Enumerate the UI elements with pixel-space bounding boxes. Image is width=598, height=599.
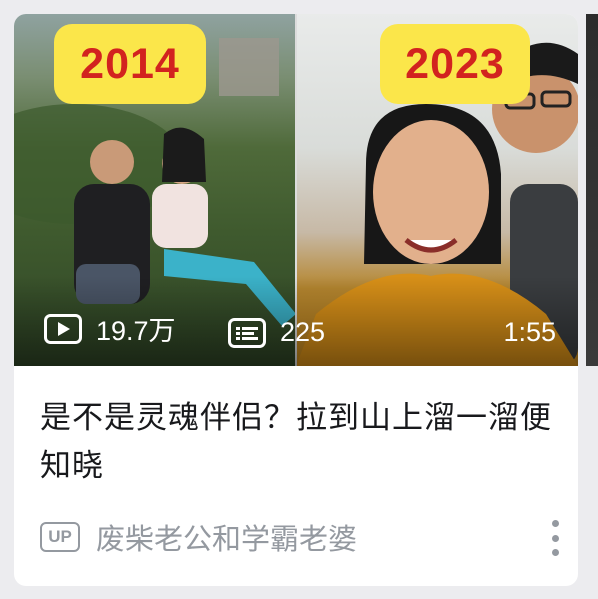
video-title[interactable]: 是不是灵魂伴侣？拉到山上溜一溜便知晓 — [40, 394, 560, 490]
danmaku-count-text: 225 — [280, 317, 326, 347]
next-card-edge[interactable] — [586, 14, 598, 366]
video-card[interactable]: 2014 2023 19.7万 225 1:55 是不是灵魂伴侣？拉到山上溜一溜… — [14, 14, 578, 586]
year-badge-right: 2023 — [380, 24, 530, 104]
uploader-name[interactable]: 废柴老公和学霸老婆 — [96, 516, 357, 558]
view-count: 19.7万 — [44, 309, 176, 348]
danmaku-icon — [228, 317, 266, 348]
danmaku-count: 225 — [228, 317, 325, 348]
more-vertical-icon[interactable] — [550, 520, 560, 556]
play-icon — [44, 313, 82, 344]
uploader-row[interactable]: UP 废柴老公和学霸老婆 — [40, 514, 560, 560]
up-badge-icon: UP — [40, 522, 80, 552]
video-thumbnail[interactable]: 2014 2023 19.7万 225 1:55 — [14, 14, 578, 366]
video-duration: 1:55 — [503, 317, 556, 347]
view-count-text: 19.7万 — [96, 316, 176, 346]
year-badge-left: 2014 — [54, 24, 206, 104]
